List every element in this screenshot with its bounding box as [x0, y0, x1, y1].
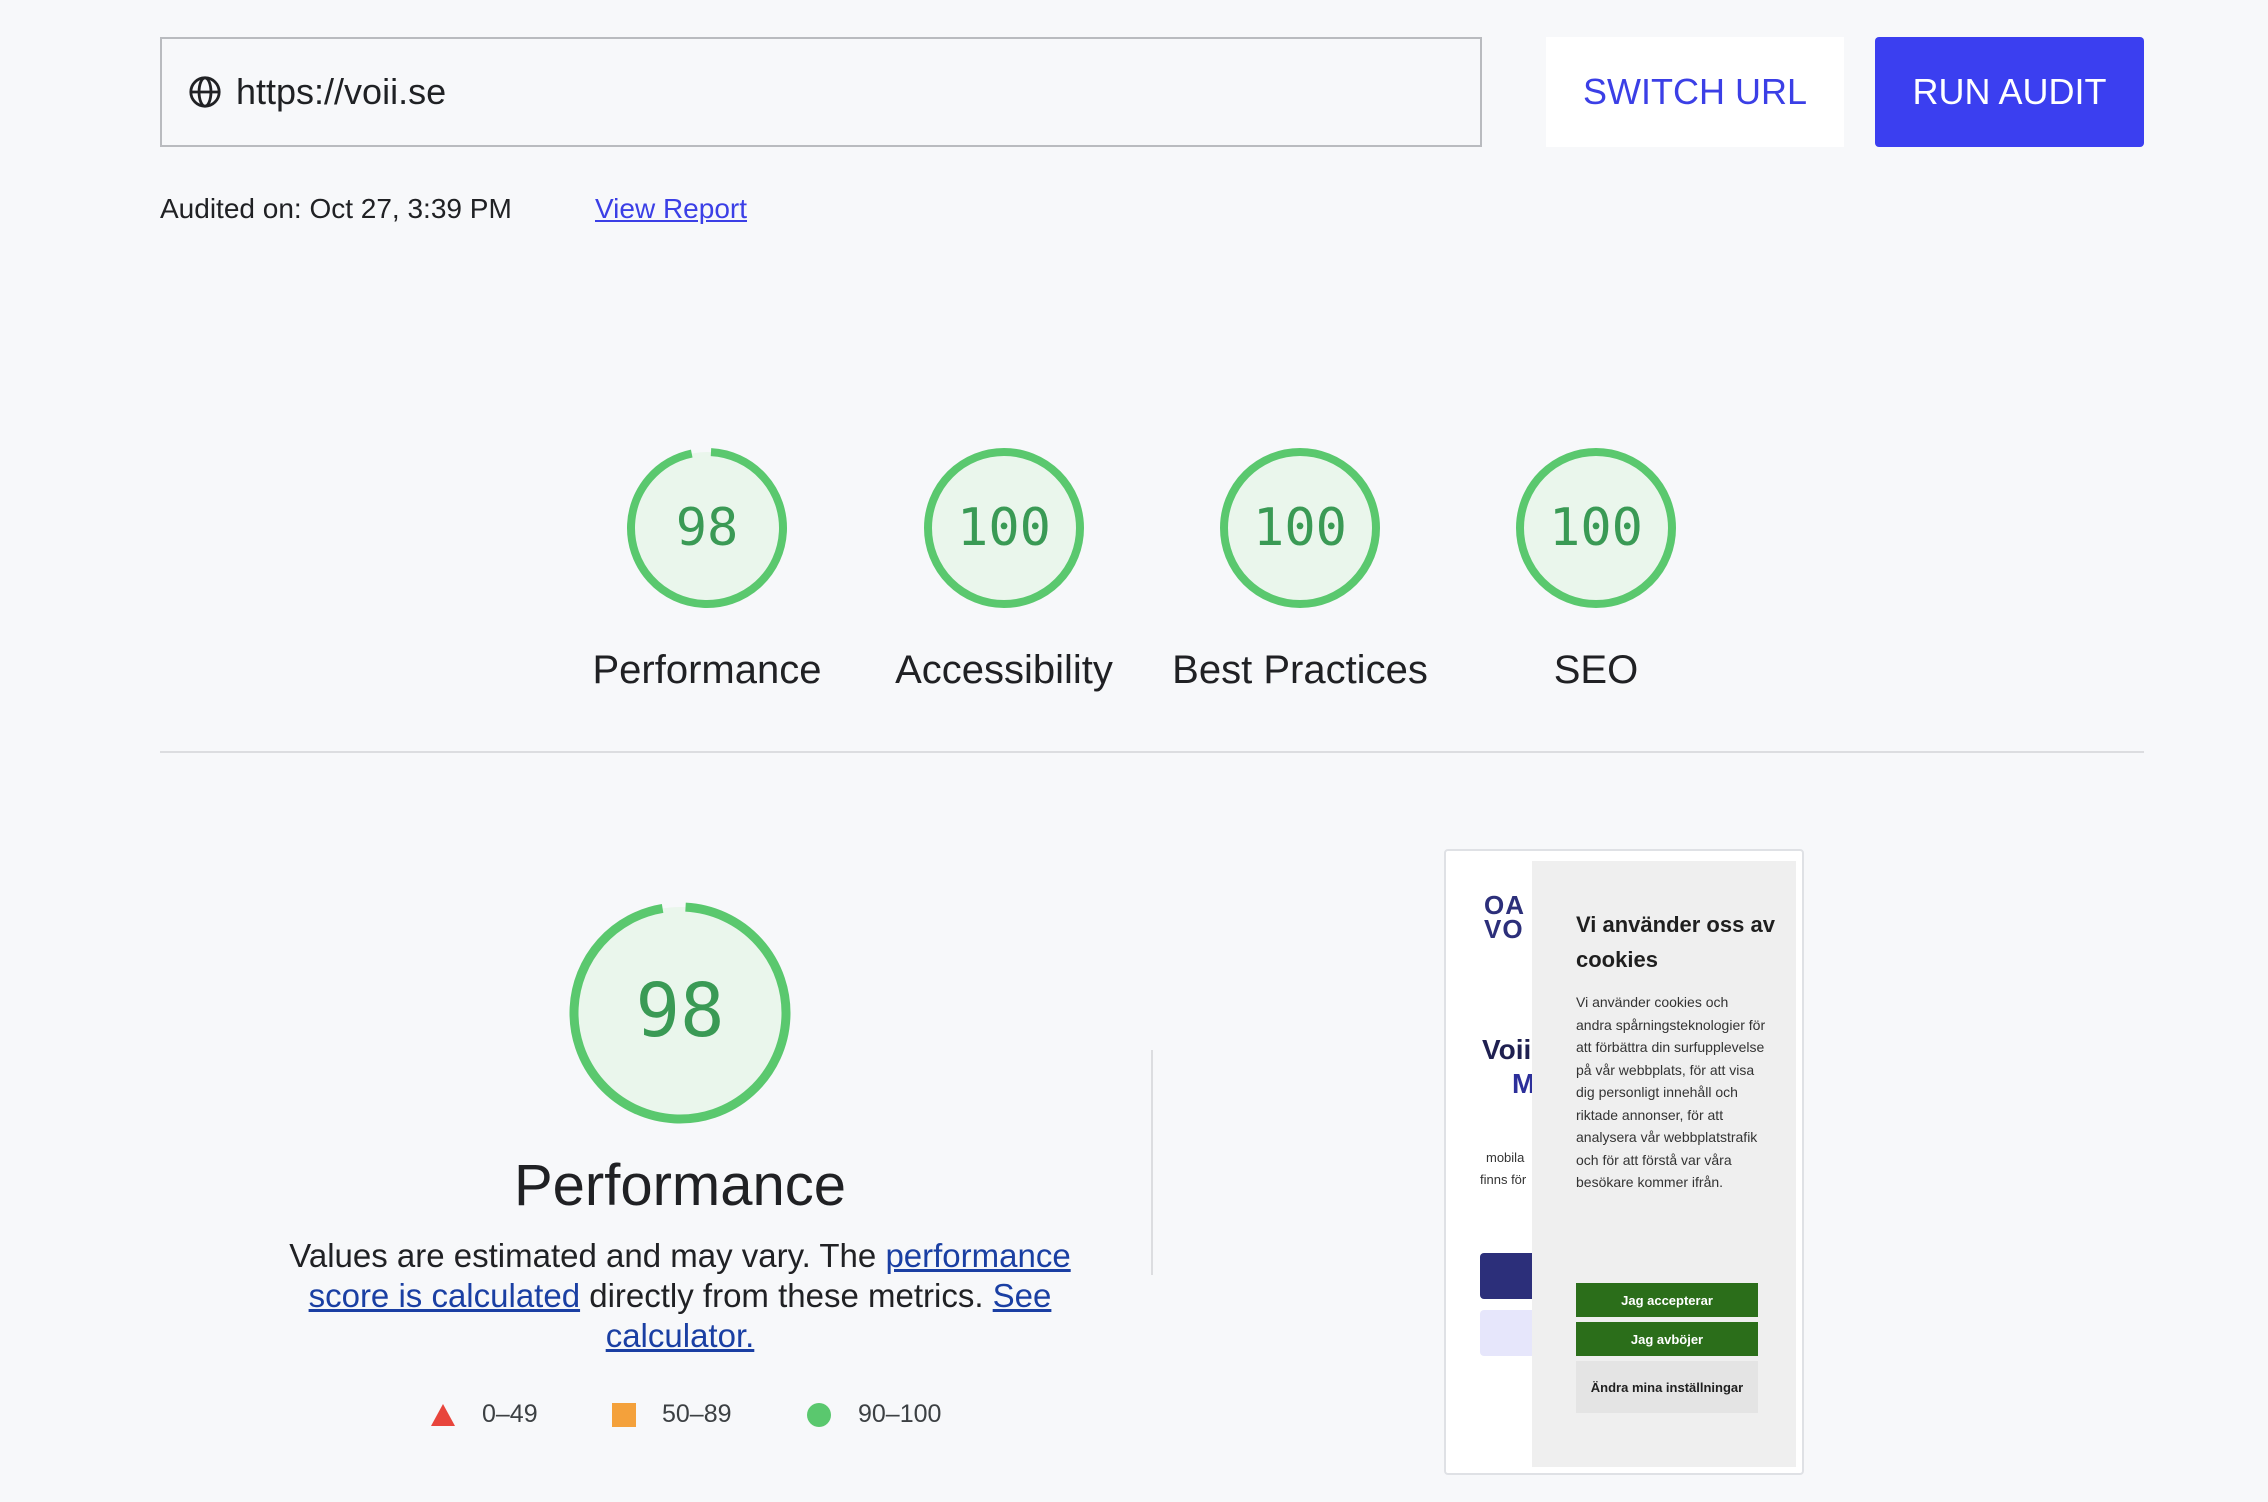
performance-title: Performance	[513, 1153, 847, 1218]
run-audit-button[interactable]: RUN AUDIT	[1875, 37, 2144, 147]
site-heading: Voii M	[1482, 1033, 1535, 1101]
desc-prefix: Values are estimated and may vary. The	[289, 1237, 886, 1274]
site-button-secondary	[1480, 1310, 1540, 1356]
score-value: 100	[1253, 498, 1347, 558]
score-label: SEO	[1553, 648, 1639, 692]
score-label: Performance	[592, 648, 822, 692]
score-gauge-seo[interactable]: 100	[1515, 447, 1677, 614]
cookie-accept-button: Jag accepterar	[1576, 1283, 1758, 1317]
legend-fail: 0–49	[430, 1400, 538, 1429]
view-report-link[interactable]: View Report	[595, 193, 747, 225]
performance-big-score: 98	[635, 968, 724, 1054]
legend-fail-label: 0–49	[482, 1400, 538, 1428]
score-value: 98	[676, 498, 739, 558]
square-icon	[612, 1402, 636, 1427]
circle-icon	[807, 1402, 831, 1427]
url-text: https://voii.se	[236, 71, 447, 112]
legend-pass-label: 90–100	[858, 1400, 942, 1428]
url-input[interactable]: https://voii.se	[160, 37, 1482, 147]
desc-middle: directly from these metrics.	[580, 1277, 993, 1314]
section-divider	[160, 751, 2144, 753]
performance-big-gauge: 98	[566, 899, 794, 1132]
legend-average-label: 50–89	[662, 1400, 732, 1428]
globe-icon	[188, 75, 222, 109]
page-screenshot[interactable]: OA VO Voii M mobila finns för Vi använde…	[1444, 849, 1804, 1475]
score-gauge-accessibility[interactable]: 100	[923, 447, 1085, 614]
site-logo: OA VO	[1484, 890, 1525, 944]
score-label: Accessibility	[895, 648, 1113, 692]
site-small-text-1: mobila	[1486, 1150, 1525, 1165]
site-small-text-2: finns för	[1480, 1172, 1527, 1187]
cookie-settings-button: Ändra mina inställningar	[1576, 1361, 1758, 1413]
site-button-primary	[1480, 1253, 1540, 1299]
site-heading-main: Voii	[1482, 1034, 1532, 1065]
cookie-decline-button: Jag avböjer	[1576, 1322, 1758, 1356]
site-small-text: mobila finns för	[1480, 1147, 1526, 1191]
site-heading-sub: M	[1512, 1068, 1536, 1099]
cookie-text: Vi använder cookies och andra spårningst…	[1576, 994, 1766, 1190]
legend-pass: 90–100	[806, 1400, 941, 1429]
triangle-icon	[431, 1403, 455, 1426]
vertical-divider	[1151, 1050, 1153, 1275]
switch-url-button[interactable]: SWITCH URL	[1546, 37, 1844, 147]
cookie-title: Vi använder oss av cookies	[1576, 912, 1775, 972]
cookie-banner: Vi använder oss av cookies Vi använder c…	[1532, 861, 1796, 1467]
score-gauge-best-practices[interactable]: 100	[1219, 447, 1381, 614]
score-gauge-performance[interactable]: 98	[626, 447, 788, 614]
score-label: Best Practices	[1172, 648, 1428, 692]
score-value: 100	[957, 498, 1051, 558]
audited-timestamp: Audited on: Oct 27, 3:39 PM	[160, 193, 512, 224]
performance-description: Values are estimated and may vary. The p…	[280, 1236, 1080, 1356]
score-value: 100	[1549, 498, 1643, 558]
legend-average: 50–89	[612, 1400, 732, 1429]
